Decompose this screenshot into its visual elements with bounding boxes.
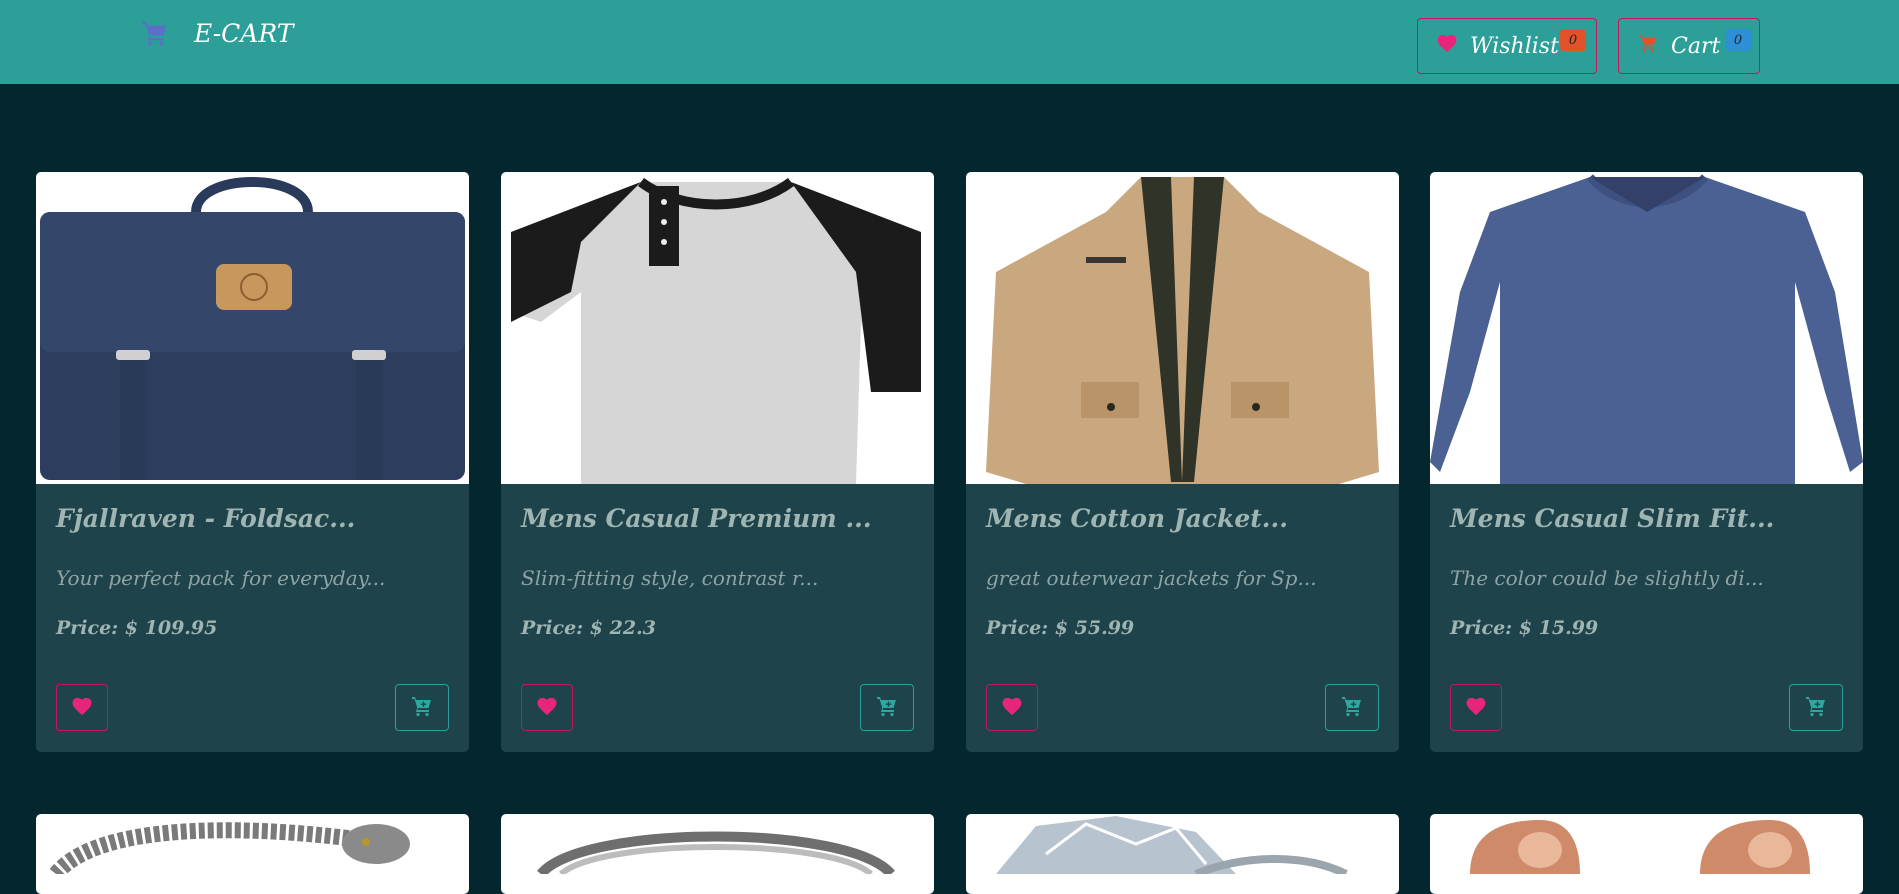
cart-plus-icon [875,694,899,722]
add-to-cart-button[interactable] [395,684,449,731]
product-image[interactable] [501,172,934,484]
product-title: Fjallraven - Foldsac... [56,504,356,533]
cart-plus-icon [1804,694,1828,722]
product-price: Price: $ 15.99 [1450,617,1599,639]
wishlist-count-badge: 0 [1560,29,1586,51]
product-title: Mens Cotton Jacket... [986,504,1288,533]
wishlist-button[interactable]: Wishlist 0 [1417,18,1597,74]
cart-count-badge: 0 [1725,29,1751,51]
product-card [966,814,1399,894]
product-card: Fjallraven - Foldsac... Your perfect pac… [36,172,469,752]
add-to-wishlist-button[interactable] [1450,684,1502,731]
add-to-wishlist-button[interactable] [56,684,108,731]
navbar: E-CART Wishlist 0 Cart 0 [0,0,1899,84]
product-card [1430,814,1863,894]
cart-label: Cart [1671,33,1721,59]
cart-button[interactable]: Cart 0 [1618,18,1760,74]
product-description: The color could be slightly di... [1450,566,1764,590]
product-price: Price: $ 55.99 [986,617,1135,639]
product-description: great outerwear jackets for Sp... [986,566,1317,590]
product-title: Mens Casual Premium ... [521,504,872,533]
cart-plus-icon [1340,694,1364,722]
cart-plus-icon [410,694,434,722]
product-card: Mens Cotton Jacket... great outerwear ja… [966,172,1399,752]
heart-icon [1436,33,1458,59]
wishlist-label: Wishlist [1470,33,1559,59]
add-to-wishlist-button[interactable] [986,684,1038,731]
add-to-cart-button[interactable] [860,684,914,731]
brand[interactable]: E-CART [140,18,293,48]
product-image[interactable] [1430,814,1863,878]
product-image[interactable] [966,814,1399,878]
product-image[interactable] [501,814,934,878]
product-description: Your perfect pack for everyday... [56,566,386,590]
product-card [36,814,469,894]
product-price: Price: $ 22.3 [521,617,656,639]
heart-icon [1001,696,1023,720]
product-price: Price: $ 109.95 [56,617,218,639]
product-image[interactable] [966,172,1399,484]
add-to-wishlist-button[interactable] [521,684,573,731]
product-card [501,814,934,894]
product-image[interactable] [36,172,469,484]
add-to-cart-button[interactable] [1789,684,1843,731]
product-image[interactable] [36,814,469,880]
product-title: Mens Casual Slim Fit... [1450,504,1775,533]
brand-title: E-CART [194,18,294,48]
product-description: Slim-fitting style, contrast r... [521,566,819,590]
heart-icon [71,696,93,720]
heart-icon [1465,696,1487,720]
heart-icon [536,696,558,720]
product-card: Mens Casual Premium ... Slim-fitting sty… [501,172,934,752]
product-image[interactable] [1430,172,1863,484]
add-to-cart-button[interactable] [1325,684,1379,731]
shopping-cart-icon [1637,32,1659,60]
shopping-cart-icon [140,18,170,48]
product-card: Mens Casual Slim Fit... The color could … [1430,172,1863,752]
